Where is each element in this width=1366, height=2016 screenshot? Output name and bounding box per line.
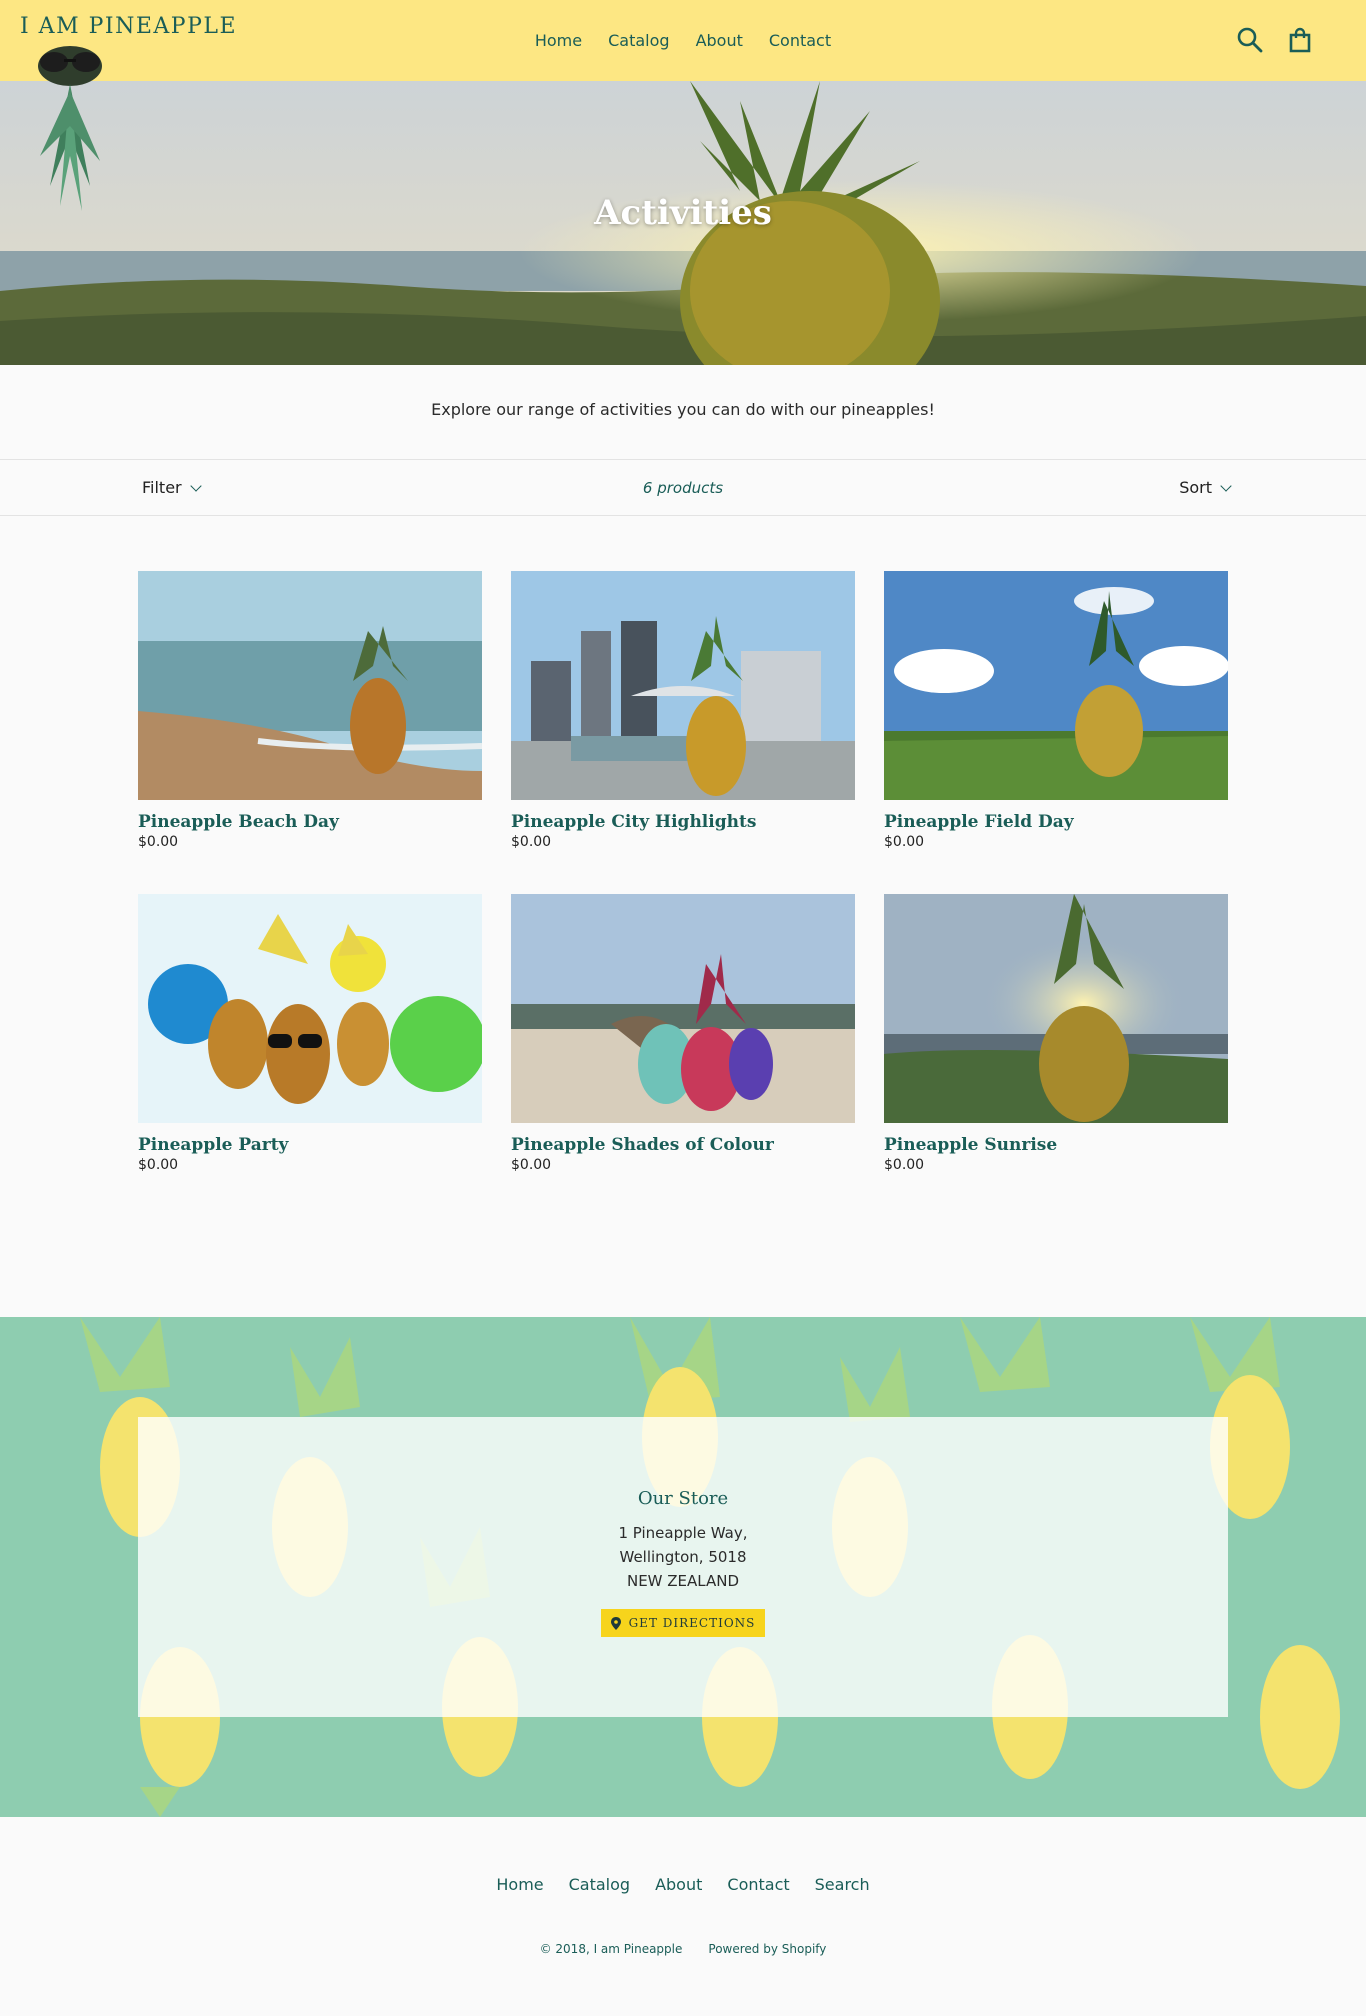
footer-copyright: © 2018, I am Pineapple Powered by Shopif…: [0, 1942, 1366, 1956]
product-card[interactable]: Pineapple Sunrise $0.00: [884, 894, 1228, 1183]
header-actions: [1236, 26, 1314, 54]
product-title[interactable]: Pineapple Party: [138, 1135, 482, 1155]
hero-banner: Activities: [0, 81, 1366, 365]
collection-description: Explore our range of activities you can …: [431, 400, 935, 419]
store-section: Our Store 1 Pineapple Way, Wellington, 5…: [0, 1317, 1366, 1817]
footer-link-contact[interactable]: Contact: [727, 1875, 789, 1894]
product-price: $0.00: [884, 834, 925, 850]
chevron-down-icon: [1220, 479, 1232, 492]
product-price: $0.00: [511, 834, 552, 850]
product-image[interactable]: [884, 571, 1228, 800]
product-price: $0.00: [511, 1157, 552, 1173]
product-card[interactable]: Pineapple City Highlights $0.00: [511, 571, 855, 860]
sort-label: Sort: [1179, 478, 1212, 497]
map-pin-icon: [610, 1616, 621, 1630]
footer-link-home[interactable]: Home: [496, 1875, 543, 1894]
address-line: NEW ZEALAND: [626, 1572, 740, 1590]
product-price: $0.00: [138, 834, 179, 850]
search-icon[interactable]: [1236, 26, 1264, 54]
product-card[interactable]: Pineapple Field Day $0.00: [884, 571, 1228, 860]
product-price: $0.00: [138, 1157, 179, 1173]
product-title[interactable]: Pineapple City Highlights: [511, 812, 855, 832]
product-image[interactable]: [511, 894, 855, 1123]
store-info-card: Our Store 1 Pineapple Way, Wellington, 5…: [138, 1417, 1228, 1717]
powered-by-link[interactable]: Powered by Shopify: [708, 1942, 826, 1956]
product-title[interactable]: Pineapple Sunrise: [884, 1135, 1228, 1155]
product-title[interactable]: Pineapple Shades of Colour: [511, 1135, 855, 1155]
nav-about[interactable]: About: [696, 31, 743, 50]
main-nav: Home Catalog About Contact: [0, 0, 1366, 81]
nav-home[interactable]: Home: [535, 31, 582, 50]
nav-contact[interactable]: Contact: [769, 31, 831, 50]
cart-icon[interactable]: [1286, 26, 1314, 54]
product-image[interactable]: [884, 894, 1228, 1123]
page-title: Activities: [594, 193, 772, 233]
footer-link-search[interactable]: Search: [815, 1875, 870, 1894]
footer-link-catalog[interactable]: Catalog: [569, 1875, 630, 1894]
product-card[interactable]: Pineapple Party $0.00: [138, 894, 482, 1183]
filter-bar: Filter 6 products Sort: [0, 459, 1366, 516]
footer-link-about[interactable]: About: [655, 1875, 702, 1894]
product-card[interactable]: Pineapple Beach Day $0.00: [138, 571, 482, 860]
sort-dropdown[interactable]: Sort: [1179, 478, 1232, 497]
product-grid: Pineapple Beach Day $0.00 Pineapple City…: [138, 571, 1229, 1183]
footer-nav: Home Catalog About Contact Search: [0, 1875, 1366, 1894]
get-directions-button[interactable]: GET DIRECTIONS: [600, 1609, 766, 1637]
store-title: Our Store: [637, 1488, 729, 1509]
site-header: I AM PINEAPPLE Home Catalog About Contac…: [0, 0, 1366, 81]
product-title[interactable]: Pineapple Field Day: [884, 812, 1228, 832]
get-directions-label: GET DIRECTIONS: [628, 1616, 756, 1630]
pineapple-logo-icon: [38, 46, 102, 211]
product-card[interactable]: Pineapple Shades of Colour $0.00: [511, 894, 855, 1183]
copyright-text[interactable]: © 2018, I am Pineapple: [540, 1942, 683, 1956]
address-line: 1 Pineapple Way,: [618, 1524, 748, 1542]
store-address: 1 Pineapple Way, Wellington, 5018 NEW ZE…: [138, 1521, 1228, 1593]
product-count: 6 products: [642, 479, 724, 497]
product-title[interactable]: Pineapple Beach Day: [138, 812, 482, 832]
product-image[interactable]: [511, 571, 855, 800]
product-price: $0.00: [884, 1157, 925, 1173]
product-image[interactable]: [138, 571, 482, 800]
product-image[interactable]: [138, 894, 482, 1123]
nav-catalog[interactable]: Catalog: [608, 31, 669, 50]
address-line: Wellington, 5018: [619, 1548, 747, 1566]
